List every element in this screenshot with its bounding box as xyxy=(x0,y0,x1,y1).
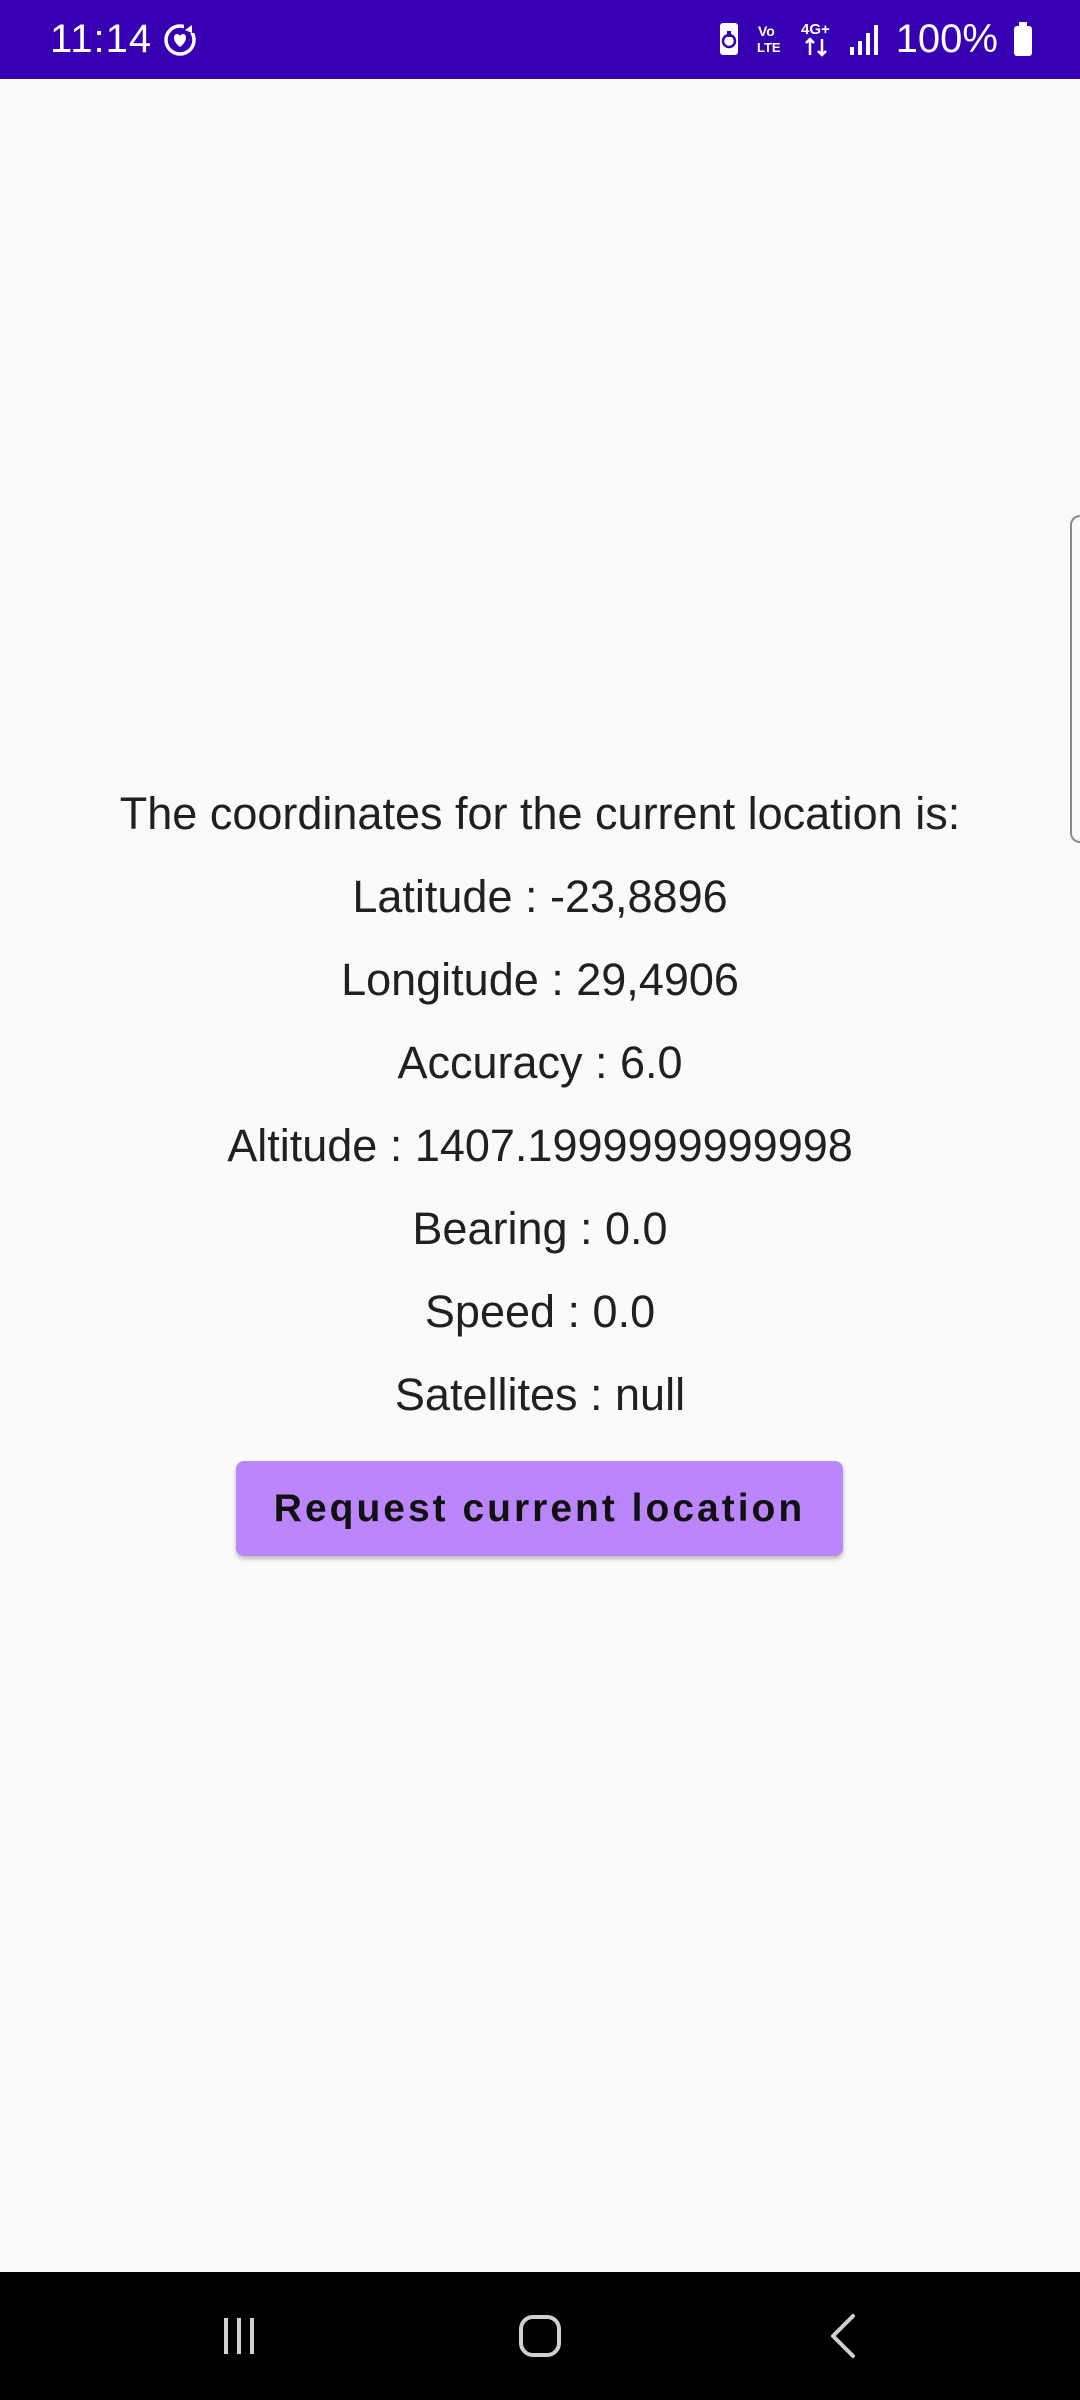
accuracy-text: Accuracy : 6.0 xyxy=(397,1037,683,1088)
home-icon xyxy=(519,2315,561,2357)
latitude-text: Latitude : -23,8896 xyxy=(352,871,728,922)
navigation-bar xyxy=(0,2272,1080,2400)
sync-heart-icon xyxy=(164,24,196,56)
back-button[interactable] xyxy=(783,2296,903,2376)
status-time: 11:14 xyxy=(50,17,153,61)
speed-text: Speed : 0.0 xyxy=(424,1286,656,1337)
svg-text:Vo: Vo xyxy=(758,23,775,39)
home-button[interactable] xyxy=(480,2296,600,2376)
satellites-text: Satellites : null xyxy=(394,1369,686,1420)
location-info: The coordinates for the current location… xyxy=(0,772,1080,1436)
4g-plus-icon: 4G+ xyxy=(801,21,830,57)
recents-button[interactable] xyxy=(179,2296,299,2376)
svg-text:4G+: 4G+ xyxy=(801,21,830,38)
recents-icon xyxy=(224,2318,254,2354)
battery-saver-icon xyxy=(719,23,738,55)
battery-icon xyxy=(1014,22,1032,56)
status-icons: Vo LTE 4G+ 100% xyxy=(716,14,1034,64)
altitude-text: Altitude : 1407.1999999999998 xyxy=(227,1120,853,1171)
status-bar: 11:14 Vo LTE 4G+ 100% xyxy=(0,0,1080,79)
request-location-button[interactable]: Request current location xyxy=(236,1461,843,1556)
battery-percentage: 100% xyxy=(895,17,998,61)
coordinates-heading: The coordinates for the current location… xyxy=(119,788,961,839)
bearing-text: Bearing : 0.0 xyxy=(412,1203,668,1254)
svg-text:LTE: LTE xyxy=(757,40,781,55)
signal-icon xyxy=(849,25,878,55)
volte-icon: Vo LTE xyxy=(757,23,781,55)
back-icon xyxy=(831,2314,855,2358)
longitude-text: Longitude : 29,4906 xyxy=(341,954,739,1005)
